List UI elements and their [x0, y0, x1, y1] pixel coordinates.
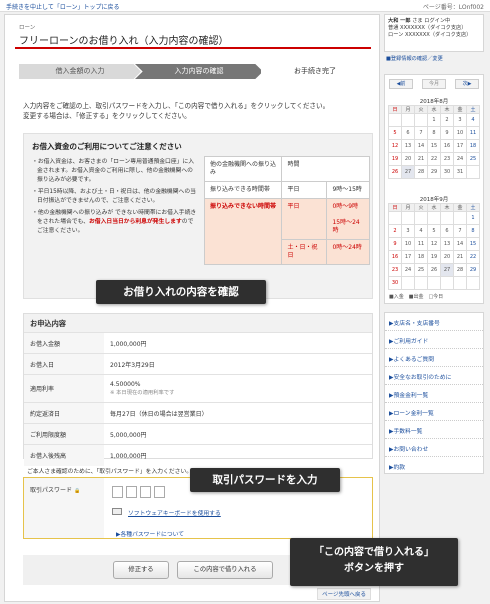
- password-info-link[interactable]: ▶各種パスワードについて: [116, 529, 184, 538]
- sidebar-item-faq[interactable]: ▶よくあるご質問: [385, 349, 483, 367]
- sidebar-item-contact[interactable]: ▶お問い合わせ: [385, 439, 483, 457]
- step-complete: お手続き完了: [261, 64, 369, 79]
- table-row: お借入金額 1,000,000円: [24, 332, 372, 354]
- hours-day: 土・日・祝日: [281, 239, 328, 265]
- table-row: 約定返済日 毎月27日（休日の場合は翌営業日）: [24, 402, 372, 424]
- transfer-hours-table: 他の金融機関への振り込み 時間 振り込みできる時間帯 平日 9時〜15時 振り込…: [203, 156, 370, 265]
- sidebar-item-fees[interactable]: ▶手数料一覧: [385, 421, 483, 439]
- modify-button[interactable]: 修正する: [113, 561, 169, 579]
- page-top-link[interactable]: ページ先頭へ戻る: [317, 588, 371, 600]
- notice-list: ・お借入資金は、お客さまの「ローン専用普通預金口座」に入金されます。お借入資金の…: [32, 158, 198, 239]
- application-table: お借入金額 1,000,000円 お借入日 2012年3月29日 適用利率 4.…: [24, 332, 372, 466]
- hours-header: 他の金融機関への振り込み: [203, 156, 283, 182]
- notice-box: お借入資金のご利用についてご注意ください ・お借入資金は、お客さまの「ローン専用…: [23, 133, 373, 299]
- account-row: 普通 XXXXXXX（ダイコク支店）: [388, 25, 467, 31]
- page-number: ページ番号：LOnf002: [422, 4, 484, 11]
- submit-borrow-button[interactable]: この内容で借り入れる: [177, 561, 273, 579]
- callout-confirm-contents: お借り入れの内容を確認: [96, 280, 266, 304]
- password-label: 取引パスワード 🔒: [24, 478, 104, 538]
- callout-press-submit: 「この内容で借り入れる」 ボタンを押す: [290, 538, 458, 586]
- hours-label: 振り込みできない時間帯: [203, 198, 283, 265]
- password-digit-4[interactable]: [154, 486, 165, 498]
- calendar-legend: ■入金 ■出金 □今日: [389, 294, 444, 300]
- table-row: お借入後残高 1,000,000円: [24, 444, 372, 466]
- registration-info-link[interactable]: ■登録情報の確認／変更: [386, 55, 443, 62]
- sidebar-item-security[interactable]: ▶安全なお取引のために: [385, 367, 483, 385]
- sidebar-item-loan-rates[interactable]: ▶ローン金利一覧: [385, 403, 483, 421]
- password-digit-3[interactable]: [140, 486, 151, 498]
- password-instruction: ご本人さま確認のために、「取引パスワード」を入力ください。: [27, 469, 193, 475]
- lock-icon: 🔒: [73, 488, 81, 494]
- calendar-month-2: 日月火水木金土 1 2345678 9 10 11 12 13 14 15 16 17 18 19…: [388, 203, 480, 290]
- hours-time: 0時〜9時 15時〜24時: [326, 198, 370, 240]
- sidebar-item-branch[interactable]: ▶支店名・支店番号: [385, 313, 483, 331]
- step-confirm-current: 入力内容の確認: [135, 64, 263, 79]
- table-row: お借入日 2012年3月29日: [24, 353, 372, 375]
- hours-label: 振り込みできる時間帯: [203, 181, 283, 199]
- title-divider: [15, 47, 371, 49]
- page-title: フリーローンのお借り入れ（入力内容の確認）: [19, 36, 229, 47]
- calendar-widget: ◀前 今月 次▶ 2018年8月 日月火水木金土 1234 5 6 7 8 9 10 11 …: [384, 74, 484, 304]
- top-bar: 手続きを中止して「ローン」トップに戻る ページ番号：LOnf002: [0, 0, 490, 12]
- step-amount-input: 借入金額の入力: [19, 64, 141, 79]
- calendar-month-title: 2018年8月: [419, 99, 449, 105]
- sidebar-item-terms[interactable]: ▶約款: [385, 457, 483, 475]
- main-panel: ローン フリーローンのお借り入れ（入力内容の確認） 借入金額の入力 入力内容の確…: [4, 14, 380, 602]
- password-digit-2[interactable]: [126, 486, 137, 498]
- hours-time: 9時〜15時: [326, 181, 370, 199]
- notice-item: ・他の金融機関への振り込みが できない時間帯にお借入手続きをされた場合でも、お借…: [32, 210, 197, 234]
- keyboard-icon: [112, 508, 122, 515]
- hours-header: 時間: [281, 156, 370, 182]
- user-info-box: 大和 一郎 さま ログイン中 普通 XXXXXXX（ダイコク支店） ローン XX…: [384, 14, 484, 52]
- notice-item: ・平日15時以降、および土・日・祝日は、他の金融機関への当日付振込ができませんの…: [32, 189, 196, 204]
- account-row: ローン XXXXXXX（ダイコク支店）: [388, 32, 472, 38]
- callout-enter-password: 取引パスワードを入力: [190, 468, 340, 492]
- page-subtitle: ローン: [19, 25, 36, 31]
- calendar-month-1: 日月火水木金土 1234 5 6 7 8 9 10 11 12 13 14 15 16 17 18 19…: [388, 105, 480, 179]
- sidebar-item-deposit-rates[interactable]: ▶預金金利一覧: [385, 385, 483, 403]
- hours-time: 0時〜24時: [326, 239, 370, 265]
- table-row: 適用利率 4.50000% ※ 本日現在の適用利率です: [24, 374, 372, 403]
- hours-day: 平日: [281, 198, 328, 240]
- table-row: ご利用限度額 5,000,000円: [24, 423, 372, 445]
- rate-note: ※ 本日現在の適用利率です: [110, 390, 175, 396]
- sidebar-item-guide[interactable]: ▶ご利用ガイド: [385, 331, 483, 349]
- password-digit-1[interactable]: [112, 486, 123, 498]
- sidebar-menu: ▶支店名・支店番号 ▶ご利用ガイド ▶よくあるご質問 ▶安全なお取引のために ▶…: [384, 312, 484, 474]
- calendar-next-button[interactable]: 次▶: [455, 79, 479, 89]
- notice-item: ・お借入資金は、お客さまの「ローン専用普通預金口座」に入金されます。お借入資金の…: [32, 159, 195, 183]
- intro-text: 入力内容をご確認の上、取引パスワードを入力し、「この内容で借り入れる」をクリック…: [23, 102, 330, 120]
- software-keyboard-link[interactable]: ソフトウェアキーボードを使用する: [128, 508, 221, 517]
- application-details: お申込内容 お借入金額 1,000,000円 お借入日 2012年3月29日 適…: [23, 313, 373, 466]
- cancel-back-link[interactable]: 手続きを中止して「ローン」トップに戻る: [6, 2, 120, 11]
- application-heading: お申込内容: [24, 314, 372, 332]
- calendar-month-title: 2018年9月: [419, 197, 449, 203]
- calendar-prev-button[interactable]: ◀前: [389, 79, 413, 89]
- hours-day: 平日: [281, 181, 328, 199]
- calendar-this-month-button[interactable]: 今月: [422, 79, 446, 89]
- notice-heading: お借入資金のご利用についてご注意ください: [32, 142, 182, 151]
- user-name: 大和 一郎 さま ログイン中: [388, 18, 451, 24]
